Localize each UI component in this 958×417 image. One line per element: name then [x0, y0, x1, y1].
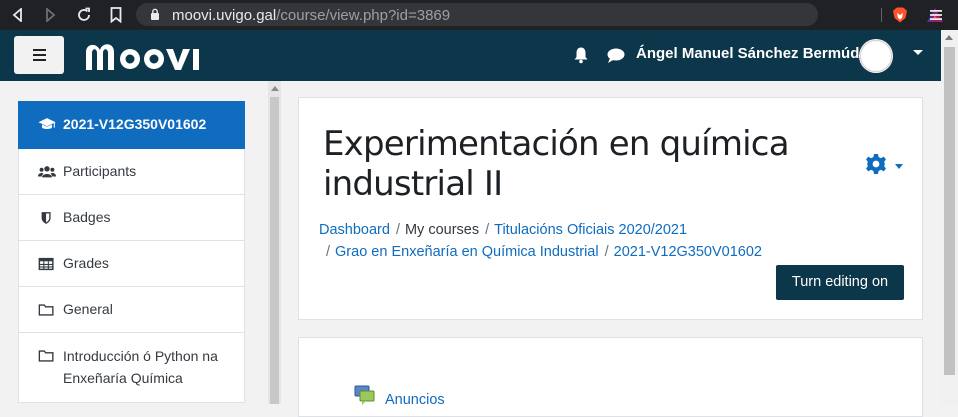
graduation-cap-icon — [38, 118, 56, 129]
breadcrumb-separator: / — [485, 222, 490, 238]
back-icon[interactable] — [8, 5, 28, 25]
activity-link-anuncios[interactable]: Anuncios — [385, 392, 445, 408]
drawer-item-participants[interactable]: Participants — [18, 149, 245, 195]
site-navbar: Ángel Manuel Sánchez Bermúdez — [0, 30, 941, 81]
nav-drawer: 2021-V12G350V01602 Participants Badges G… — [0, 81, 282, 404]
turn-editing-on-button[interactable]: Turn editing on — [776, 265, 904, 300]
browser-toolbar: moovi.uvigo.gal/course/view.php?id=3869 — [0, 0, 958, 30]
scrollbar-thumb[interactable] — [944, 47, 955, 375]
breadcrumb-separator: / — [604, 244, 609, 260]
user-avatar[interactable] — [859, 39, 893, 73]
browser-menu-icon[interactable] — [928, 5, 944, 25]
breadcrumb-degree[interactable]: Grao en Enxeñaría en Química Industrial — [335, 244, 599, 260]
drawer-item-course[interactable]: 2021-V12G350V01602 — [18, 101, 245, 149]
drawer-item-badges[interactable]: Badges — [18, 195, 245, 241]
breadcrumb-separator: / — [395, 222, 400, 238]
drawer-item-label: 2021-V12G350V01602 — [63, 116, 207, 132]
gear-icon[interactable] — [865, 153, 887, 175]
lock-icon — [151, 8, 159, 20]
user-name[interactable]: Ángel Manuel Sánchez Bermúdez — [636, 45, 875, 62]
breadcrumb: Dashboard / My courses / Titulacións Oficiai… — [319, 219, 859, 263]
drawer-item-general[interactable]: General — [18, 287, 245, 333]
users-icon — [38, 166, 56, 178]
divider — [881, 8, 882, 22]
site-logo[interactable] — [84, 38, 206, 74]
url-domain: moovi.uvigo.gal — [172, 7, 277, 24]
chevron-down-icon[interactable] — [895, 164, 903, 169]
drawer-nav-list: 2021-V12G350V01602 Participants Badges G… — [18, 101, 245, 403]
drawer-toggle-button[interactable] — [14, 36, 64, 74]
messages-chat-icon[interactable] — [606, 47, 626, 64]
drawer-item-label: Participants — [63, 163, 137, 179]
drawer-item-grades[interactable]: Grades — [18, 241, 245, 287]
scroll-up-arrow-icon[interactable] — [271, 86, 279, 91]
hamburger-icon-line — [33, 49, 46, 51]
reload-icon[interactable] — [74, 5, 94, 25]
drawer-item-label: General — [63, 301, 113, 317]
hamburger-icon-line — [33, 54, 46, 56]
breadcrumb-category[interactable]: Titulacións Oficiais 2020/2021 — [494, 222, 687, 238]
shield-icon — [41, 212, 51, 224]
url-path: /course/view.php?id=3869 — [276, 7, 451, 24]
table-icon — [38, 257, 54, 271]
address-bar[interactable]: moovi.uvigo.gal/course/view.php?id=3869 — [136, 3, 943, 26]
scrollbar-thumb[interactable] — [270, 97, 279, 404]
course-header: Experimentación en química industrial II… — [298, 97, 923, 320]
forum-icon — [354, 385, 375, 405]
drawer-item-label: Badges — [63, 209, 111, 225]
notifications-bell-icon[interactable] — [572, 46, 590, 64]
bookmark-icon[interactable] — [106, 5, 126, 25]
breadcrumb-separator: / — [326, 244, 331, 260]
scroll-up-arrow-icon[interactable] — [945, 35, 953, 40]
url-text: moovi.uvigo.gal/course/view.php?id=3869 — [172, 7, 450, 24]
breadcrumb-my-courses: My courses — [404, 222, 480, 238]
folder-icon — [38, 304, 54, 316]
drawer-scrollbar[interactable] — [268, 81, 281, 404]
drawer-item-section-python[interactable]: Introducción ó Python na Enxeñaría Quími… — [18, 333, 245, 403]
folder-icon — [38, 350, 54, 362]
breadcrumb-course[interactable]: 2021-V12G350V01602 — [614, 244, 762, 260]
breadcrumb-dashboard[interactable]: Dashboard — [319, 222, 390, 238]
user-menu-caret-icon[interactable] — [913, 50, 923, 55]
drawer-item-label: Grades — [63, 255, 109, 271]
course-content: Anuncios — [298, 337, 923, 417]
page-scrollbar[interactable] — [941, 30, 958, 404]
page-title: Experimentación en química industrial II — [323, 124, 790, 204]
drawer-item-label: Introducción ó Python na Enxeñaría Quími… — [63, 348, 218, 386]
hamburger-icon-line — [33, 59, 46, 61]
forward-icon[interactable] — [40, 5, 60, 25]
brave-shield-icon[interactable] — [892, 7, 908, 23]
